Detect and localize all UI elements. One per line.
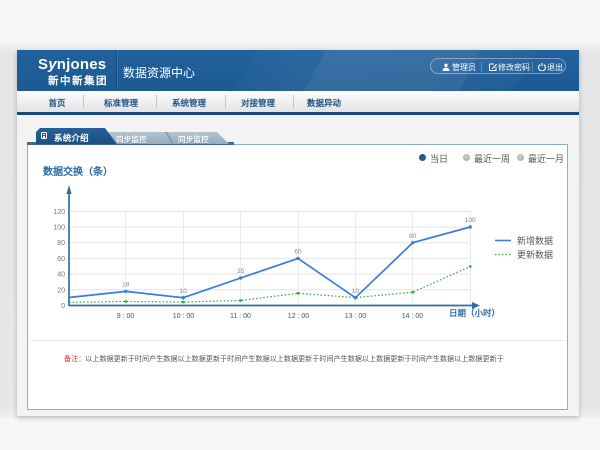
svg-text:0: 0 <box>61 303 65 310</box>
svg-text:18: 18 <box>122 282 130 289</box>
svg-text:更新数据: 更新数据 <box>517 249 553 260</box>
svg-text:新增数据: 新增数据 <box>517 235 553 246</box>
svg-text:60: 60 <box>57 256 65 263</box>
svg-text:40: 40 <box>57 272 65 279</box>
svg-text:35: 35 <box>237 268 245 275</box>
svg-text:9 : 00: 9 : 00 <box>117 313 135 320</box>
svg-text:100: 100 <box>465 217 476 224</box>
svg-text:14 : 00: 14 : 00 <box>402 313 424 320</box>
svg-text:数据交换（条）: 数据交换（条） <box>43 165 113 178</box>
svg-text:10 : 00: 10 : 00 <box>173 313 195 320</box>
svg-text:日期（小时）: 日期（小时） <box>449 308 500 318</box>
svg-text:60: 60 <box>294 249 302 256</box>
svg-text:13 : 00: 13 : 00 <box>345 313 367 320</box>
svg-text:11 : 00: 11 : 00 <box>230 313 251 320</box>
svg-text:12 : 00: 12 : 00 <box>288 313 310 320</box>
svg-text:10: 10 <box>352 288 360 295</box>
svg-text:20: 20 <box>57 287 65 294</box>
svg-text:10: 10 <box>180 288 188 295</box>
svg-text:80: 80 <box>409 233 417 240</box>
svg-text:80: 80 <box>57 240 65 247</box>
svg-text:100: 100 <box>53 225 65 232</box>
svg-text:120: 120 <box>53 209 65 216</box>
